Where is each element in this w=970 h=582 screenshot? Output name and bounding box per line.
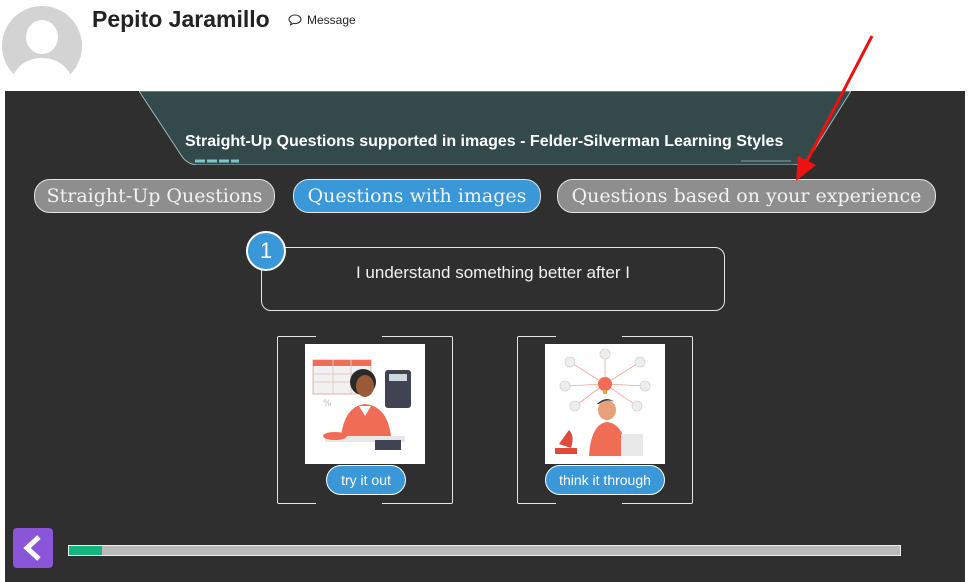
question-type-tabs: Straight-Up Questions Questions with ima…: [5, 179, 965, 213]
tab-straight-up-questions[interactable]: Straight-Up Questions: [34, 179, 275, 213]
think-it-through-button[interactable]: think it through: [545, 465, 665, 495]
user-name: Pepito Jaramillo: [92, 6, 270, 32]
message-label: Message: [307, 13, 356, 27]
title-banner: Straight-Up Questions supported in image…: [139, 91, 851, 165]
tab-questions-based-on-experience[interactable]: Questions based on your experience: [557, 179, 936, 213]
tab-questions-with-images[interactable]: Questions with images: [293, 179, 541, 213]
title-banner-shape: [139, 91, 851, 165]
avatar[interactable]: [2, 6, 82, 86]
question-text: I understand something better after I: [355, 263, 631, 282]
svg-text:%: %: [323, 399, 332, 409]
message-link[interactable]: Message: [288, 13, 356, 27]
speech-bubble-icon: [288, 14, 302, 26]
progress-bar: [68, 545, 901, 556]
progress-bar-fill: [69, 546, 103, 555]
question-number-badge: 1: [246, 231, 286, 271]
quiz-panel: Straight-Up Questions supported in image…: [5, 91, 965, 582]
man-thinking-illustration: [545, 344, 665, 464]
quiz-title: Straight-Up Questions supported in image…: [185, 133, 784, 150]
frame-gap: [556, 335, 622, 339]
answer-option-think-it-through[interactable]: think it through: [517, 335, 693, 505]
frame-gap: [316, 501, 382, 505]
question-box: I understand something better after I: [261, 247, 725, 311]
frame-gap: [316, 335, 382, 339]
woman-with-calculator-illustration: %: [305, 344, 425, 464]
try-it-out-button[interactable]: try it out: [326, 465, 406, 495]
avatar-head-shape: [26, 20, 58, 54]
back-button[interactable]: [13, 528, 53, 568]
page: Pepito Jaramillo Message Straight-Up Que…: [0, 0, 970, 582]
chevron-left-icon: [23, 535, 41, 561]
avatar-body-shape: [12, 58, 72, 86]
frame-gap: [556, 501, 622, 505]
answer-option-try-it-out[interactable]: % try it out: [277, 335, 453, 505]
